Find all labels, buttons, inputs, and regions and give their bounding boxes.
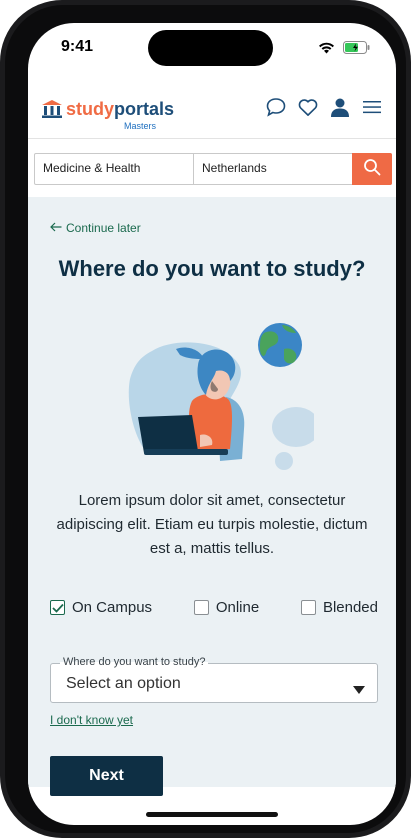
phone-bezel: 9:41 study portals Masters Medicine & He… xyxy=(5,5,406,833)
location-search-field[interactable]: Netherlands xyxy=(194,154,352,184)
option-on-campus[interactable]: On Campus xyxy=(50,599,152,616)
checkmark-icon xyxy=(51,603,64,613)
home-indicator xyxy=(146,812,278,817)
question-panel: Continue later Where do you want to stud… xyxy=(28,197,396,796)
page-title: Where do you want to study? xyxy=(58,256,366,281)
dynamic-island xyxy=(148,30,273,66)
checkbox-unchecked[interactable] xyxy=(193,600,209,615)
checkbox-checked[interactable] xyxy=(50,600,65,615)
battery-icon xyxy=(343,39,370,58)
option-label: On Campus xyxy=(72,599,153,616)
option-online[interactable]: Online xyxy=(193,599,260,616)
logo-text-study: study xyxy=(66,99,115,119)
discipline-search-field[interactable]: Medicine & Health xyxy=(35,154,194,184)
dont-know-yet-link[interactable]: I don't know yet xyxy=(50,713,133,727)
select-label: Where do you want to study? xyxy=(60,656,209,668)
checkbox-unchecked[interactable] xyxy=(300,600,316,615)
search-bar: Medicine & Health Netherlands xyxy=(34,153,392,185)
site-header: study portals Masters xyxy=(28,89,396,139)
option-label: Blended xyxy=(322,599,378,616)
search-button[interactable] xyxy=(352,153,392,185)
continue-later-link[interactable]: Continue later xyxy=(50,221,141,235)
logo-text-portals: portals xyxy=(114,99,175,119)
option-blended[interactable]: Blended xyxy=(300,599,378,616)
globe-icon xyxy=(258,323,302,367)
logo-subtitle: Masters xyxy=(124,121,157,131)
arrow-left-icon xyxy=(50,221,62,235)
studyportals-logo[interactable]: study portals Masters xyxy=(42,99,175,131)
heart-icon[interactable] xyxy=(298,97,318,117)
building-logo-icon xyxy=(42,100,62,122)
description-text: Lorem ipsum dolor sit amet, consectetur … xyxy=(56,492,368,557)
caret-down-icon xyxy=(353,679,365,698)
wifi-icon xyxy=(318,39,335,58)
user-icon[interactable] xyxy=(330,97,350,117)
continue-later-label: Continue later xyxy=(66,221,141,235)
next-button[interactable]: Next xyxy=(50,756,163,796)
student-laptop-illustration xyxy=(114,319,320,483)
study-location-select[interactable]: Where do you want to study? Select an op… xyxy=(50,656,378,703)
screen: 9:41 study portals Masters Medicine & He… xyxy=(28,23,396,825)
phone-frame: 9:41 study portals Masters Medicine & He… xyxy=(0,0,411,838)
status-icons xyxy=(318,39,370,58)
select-value: Select an option xyxy=(66,675,181,692)
status-time: 9:41 xyxy=(61,38,94,55)
menu-icon[interactable] xyxy=(362,97,382,117)
chat-icon[interactable] xyxy=(266,97,286,117)
search-icon xyxy=(363,158,381,180)
option-label: Online xyxy=(215,599,260,616)
study-mode-options: On Campus Online Blended xyxy=(50,599,378,616)
header-icons xyxy=(266,97,382,117)
